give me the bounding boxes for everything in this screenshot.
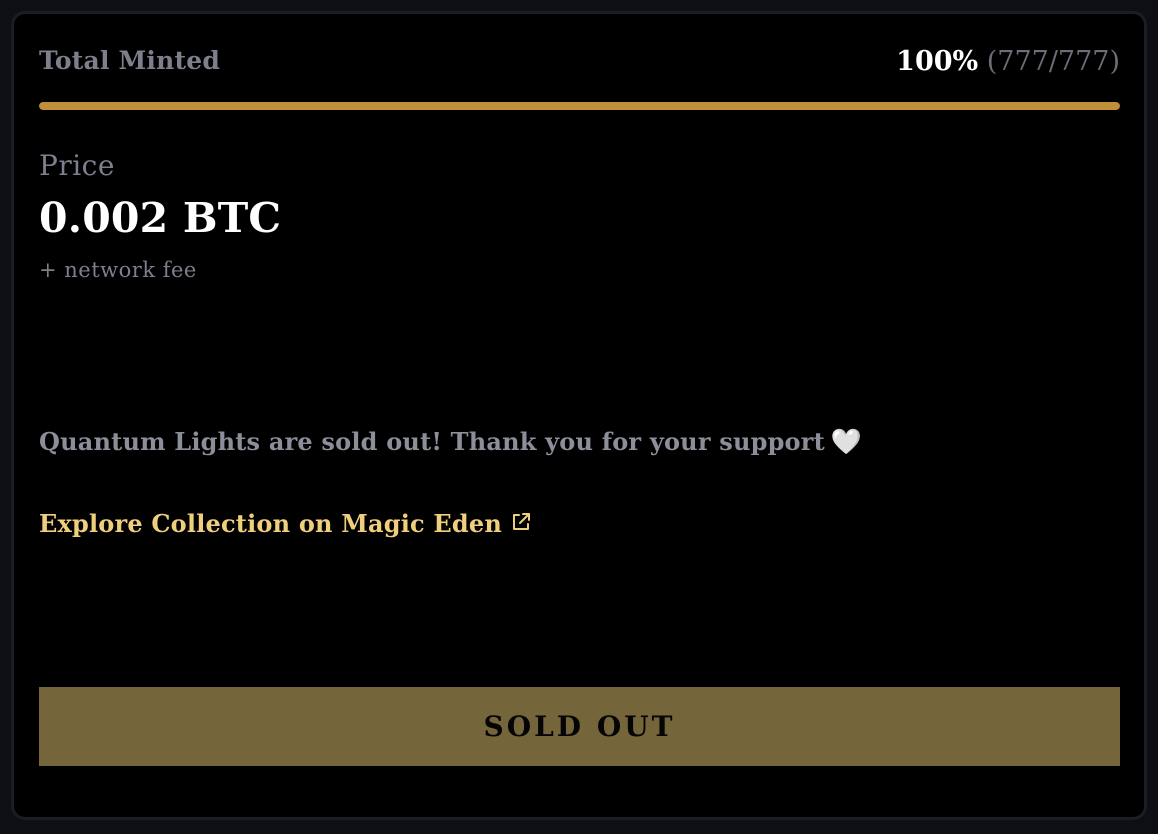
price-value: 0.002 BTC	[39, 194, 282, 242]
total-minted-row: Total Minted 100% (777/777)	[39, 46, 1120, 80]
total-minted-value: 100% (777/777)	[896, 46, 1120, 77]
explore-collection-link[interactable]: Explore Collection on Magic Eden	[39, 509, 532, 539]
sold-out-message-text: Quantum Lights are sold out! Thank you f…	[39, 427, 825, 456]
network-fee-note: + network fee	[39, 258, 197, 282]
total-minted-label: Total Minted	[39, 46, 221, 75]
external-link-icon	[510, 510, 532, 539]
white-heart-icon: 🤍	[830, 427, 863, 456]
explore-collection-label: Explore Collection on Magic Eden	[39, 509, 503, 538]
price-label: Price	[39, 149, 115, 182]
sold-out-message: Quantum Lights are sold out! Thank you f…	[39, 427, 862, 457]
minted-count: (777/777)	[986, 46, 1120, 77]
minted-percent: 100%	[896, 46, 979, 77]
mint-progress-bar	[39, 102, 1120, 110]
sold-out-button[interactable]: SOLD OUT	[39, 687, 1120, 766]
mint-progress-fill	[39, 102, 1120, 110]
mint-card: Total Minted 100% (777/777) Price 0.002 …	[11, 11, 1147, 820]
